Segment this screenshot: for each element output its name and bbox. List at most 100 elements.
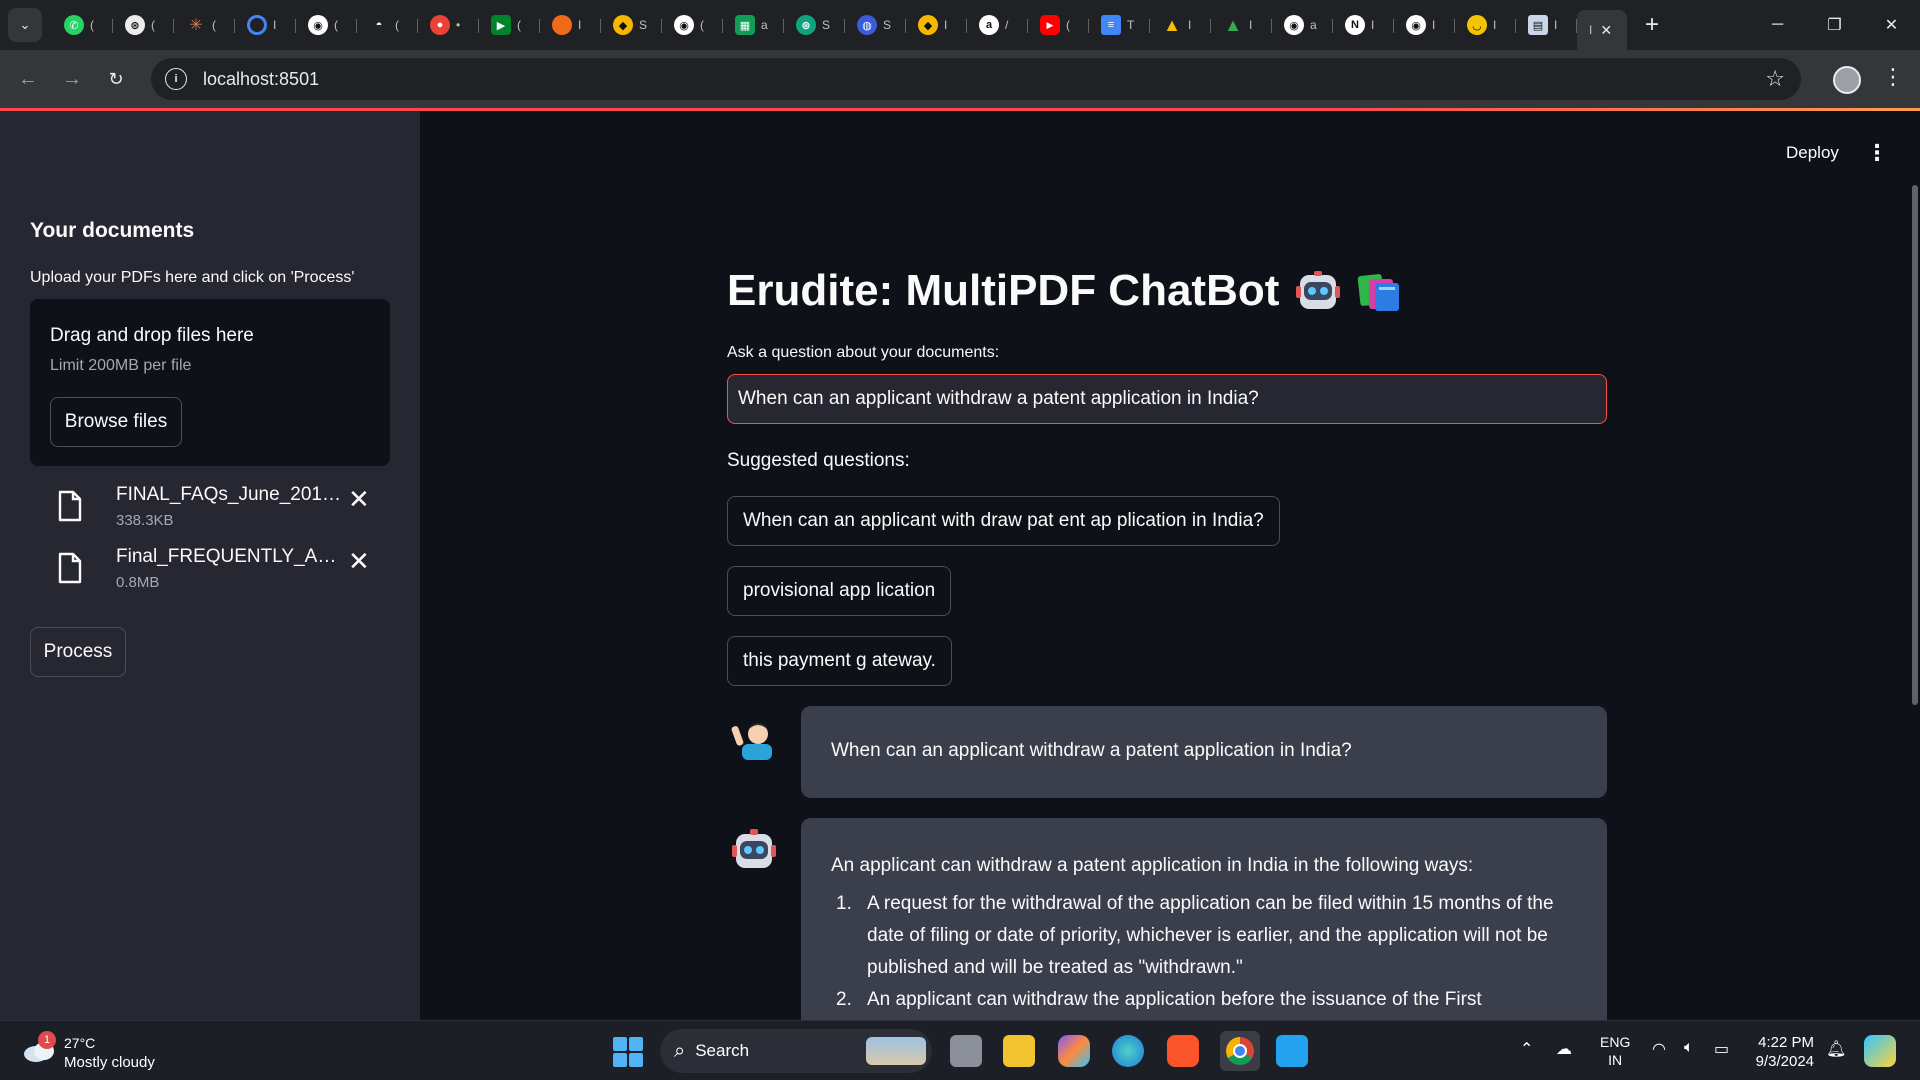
volume-icon[interactable]: 🔈︎: [1684, 1039, 1694, 1057]
browser-tab[interactable]: ⊛(: [113, 7, 174, 43]
search-label: Search: [695, 1041, 750, 1060]
url-text[interactable]: localhost:8501: [203, 69, 319, 90]
file-explorer-icon[interactable]: [1003, 1035, 1035, 1067]
process-button[interactable]: Process: [30, 627, 126, 677]
browser-tab[interactable]: ● •: [418, 7, 479, 43]
meet-icon: ▶: [491, 15, 511, 35]
browser-tab[interactable]: a /: [967, 7, 1028, 43]
weather-widget[interactable]: 1 27°C Mostly cloudy: [20, 1031, 170, 1073]
remove-file-icon[interactable]: ✕: [348, 484, 370, 515]
browser-tab[interactable]: ▶(: [479, 7, 540, 43]
clock-time: 4:22 PM: [1758, 1034, 1814, 1051]
browser-tab[interactable]: ◍ S: [845, 7, 906, 43]
browser-tab[interactable]: ◉ I: [1394, 7, 1455, 43]
browser-tab[interactable]: ◉(: [296, 7, 357, 43]
tab-title: a: [761, 18, 768, 32]
copilot-pre-icon[interactable]: [1864, 1035, 1896, 1067]
browser-tab[interactable]: ▲ I: [1211, 7, 1272, 43]
notifications-bell-icon[interactable]: 🔔︎: [1826, 1039, 1846, 1059]
weather-condition: Mostly cloudy: [64, 1054, 155, 1071]
arrow-right-icon: →: [62, 67, 82, 90]
window-controls: ─ ❐ ✕: [1749, 0, 1920, 50]
browser-tab[interactable]: ◉ a: [1272, 7, 1333, 43]
vscode-icon[interactable]: [1276, 1035, 1308, 1067]
show-hidden-icons-icon[interactable]: ⌃: [1520, 1039, 1533, 1059]
page-scrollbar[interactable]: [1912, 185, 1918, 705]
brave-icon[interactable]: [1167, 1035, 1199, 1067]
close-window-button[interactable]: ✕: [1863, 0, 1920, 50]
tab-search-button[interactable]: ⌄: [8, 8, 42, 42]
browser-tab[interactable]: ▶(: [1028, 7, 1089, 43]
reload-button[interactable]: ↻: [94, 57, 138, 101]
browse-files-button[interactable]: Browse files: [50, 397, 182, 447]
answer-text: An applicant can withdraw the applicatio…: [867, 989, 1482, 1010]
browser-tab[interactable]: ≡ T: [1089, 7, 1150, 43]
ring-icon: [247, 15, 267, 35]
browser-tab[interactable]: ✆(: [52, 7, 113, 43]
battery-icon[interactable]: ▭: [1714, 1039, 1729, 1059]
tab-title: (: [334, 18, 338, 32]
browser-tab[interactable]: ▲ I: [1150, 7, 1211, 43]
new-tab-button[interactable]: +: [1635, 8, 1669, 42]
address-bar[interactable]: i localhost:8501 ☆: [151, 58, 1801, 100]
forward-button[interactable]: →: [50, 57, 94, 101]
edge-icon[interactable]: [1112, 1035, 1144, 1067]
browser-tab[interactable]: ▤ I: [1516, 7, 1577, 43]
remove-file-icon[interactable]: ✕: [348, 546, 370, 577]
answer-text: A request for the withdrawal of the appl…: [867, 893, 1554, 978]
browser-tab[interactable]: ◡ I: [1455, 7, 1516, 43]
tab-title: (: [395, 18, 399, 32]
restore-button[interactable]: ❐: [1806, 0, 1863, 50]
github-icon: ◉: [1284, 15, 1304, 35]
browser-tab[interactable]: I: [540, 7, 601, 43]
browser-tab[interactable]: NI: [1333, 7, 1394, 43]
browser-menu-icon[interactable]: ⋮: [1882, 64, 1904, 90]
smiley-icon: ◡: [1467, 15, 1487, 35]
dropzone-limit: Limit 200MB per file: [50, 357, 192, 374]
file-size: 0.8MB: [116, 574, 160, 591]
deploy-button[interactable]: Deploy: [1786, 143, 1839, 163]
tab-title: (: [517, 18, 521, 32]
bookmark-star-icon[interactable]: ☆: [1765, 66, 1785, 92]
browser-toolbar: ← → ↻ i localhost:8501 ☆: [0, 50, 1920, 108]
minimize-button[interactable]: ─: [1749, 0, 1806, 50]
browser-tab[interactable]: I: [235, 7, 296, 43]
browser-tab[interactable]: ◉(: [662, 7, 723, 43]
chrome-taskbar-button[interactable]: [1220, 1031, 1260, 1071]
assistant-message-body: An applicant can withdraw a patent appli…: [831, 850, 1591, 1016]
close-icon[interactable]: ✕: [1600, 22, 1612, 39]
browser-tab[interactable]: ◆ S: [601, 7, 662, 43]
system-clock[interactable]: 4:22 PM 9/3/2024: [1752, 1033, 1814, 1071]
browser-tab[interactable]: ◆ I: [906, 7, 967, 43]
back-button[interactable]: ←: [6, 57, 50, 101]
sidebar: Your documents Upload your PDFs here and…: [0, 111, 420, 1020]
browser-tab-active[interactable]: I ✕: [1577, 10, 1627, 50]
user-message-text: When can an applicant withdraw a patent …: [831, 740, 1352, 761]
tab-title: I: [1589, 23, 1593, 37]
task-view-icon[interactable]: [950, 1035, 982, 1067]
copilot-icon[interactable]: [1058, 1035, 1090, 1067]
profile-avatar[interactable]: [1833, 66, 1861, 94]
start-button[interactable]: [613, 1037, 643, 1067]
reload-icon: ↻: [108, 68, 124, 89]
suggested-question-button[interactable]: When can an applicant with draw pat ent …: [727, 496, 1280, 546]
tab-title: T: [1127, 18, 1135, 32]
browser-tab[interactable]: ▦ a: [723, 7, 784, 43]
input-language[interactable]: ENG IN: [1600, 1033, 1630, 1069]
suggested-question-button[interactable]: provisional app lication: [727, 566, 952, 616]
tab-title: I: [273, 18, 277, 32]
tab-title: I: [1371, 18, 1375, 32]
site-info-icon[interactable]: i: [165, 68, 187, 90]
question-input[interactable]: When can an applicant withdraw a patent …: [727, 374, 1607, 424]
taskbar-search[interactable]: ⌕ Search: [660, 1029, 932, 1073]
app-menu-icon[interactable]: ⋮: [1866, 140, 1888, 166]
browser-tab[interactable]: ✳(: [174, 7, 235, 43]
browser-tab[interactable]: ⊛ S: [784, 7, 845, 43]
uploaded-file: FINAL_FAQs_June_2018.... 338.3KB ✕: [58, 484, 378, 538]
suggested-question-button[interactable]: this payment g ateway.: [727, 636, 952, 686]
uploaded-file: Final_FREQUENTLY_ASK... 0.8MB ✕: [58, 546, 378, 600]
browser-tab[interactable]: ◓(: [357, 7, 418, 43]
file-dropzone[interactable]: Drag and drop files here Limit 200MB per…: [30, 299, 390, 466]
onedrive-icon[interactable]: ☁: [1556, 1039, 1572, 1059]
wifi-icon[interactable]: ◠: [1652, 1039, 1666, 1059]
